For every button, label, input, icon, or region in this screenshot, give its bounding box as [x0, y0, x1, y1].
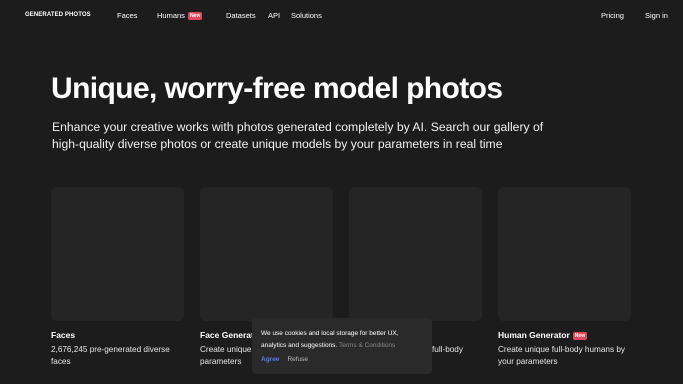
new-badge: New [572, 332, 588, 340]
new-badge: New [187, 12, 203, 20]
top-nav: GENERATED PHOTOS Faces Humans New Dataset… [0, 0, 683, 32]
card-human-generator-desc: Create unique full-body humans by your p… [498, 344, 638, 368]
card-faces-image[interactable] [51, 187, 184, 321]
card-third-image[interactable] [349, 187, 482, 321]
nav-api[interactable]: API [268, 11, 280, 20]
page-title: Unique, worry-free model photos [51, 72, 503, 105]
card-faces-desc-line2: faces [51, 357, 71, 366]
logo[interactable]: GENERATED PHOTOS [25, 12, 91, 18]
cookie-text-line2-text: analytics and suggestions. [261, 342, 338, 349]
card-human-generator-title-text: Human Generator [498, 330, 570, 340]
card-human-generator-desc-line2: your parameters [498, 357, 558, 366]
nav-solutions[interactable]: Solutions [291, 11, 322, 20]
card-face-generator-image[interactable] [200, 187, 333, 321]
nav-pricing[interactable]: Pricing [601, 11, 624, 20]
refuse-button[interactable]: Refuse [287, 356, 308, 363]
card-third-desc: full-body [432, 344, 482, 356]
hero-subtitle-line2: high-quality diverse photos or create un… [52, 137, 503, 151]
nav-humans[interactable]: Humans New [157, 11, 203, 20]
cookie-actions: Agree Refuse [261, 355, 423, 365]
agree-button[interactable]: Agree [261, 356, 279, 363]
cookie-banner: We use cookies and local storage for bet… [252, 318, 432, 374]
card-faces-title[interactable]: Faces [51, 330, 75, 340]
cookie-text-line1: We use cookies and local storage for bet… [261, 330, 399, 337]
cookie-text-line2: analytics and suggestions. Terms & Condi… [261, 340, 423, 352]
nav-faces[interactable]: Faces [117, 11, 137, 20]
hero-subtitle-line1: Enhance your creative works with photos … [52, 120, 544, 134]
card-faces-desc-line1: 2,676,245 pre-generated diverse [51, 345, 170, 354]
nav-signin[interactable]: Sign in [645, 11, 668, 20]
nav-datasets[interactable]: Datasets [226, 11, 256, 20]
card-human-generator-desc-line1: Create unique full-body humans by [498, 345, 625, 354]
terms-link[interactable]: Terms & Conditions [339, 342, 395, 349]
nav-humans-label: Humans [157, 11, 185, 20]
card-human-generator-image[interactable] [498, 187, 631, 321]
cookie-text: We use cookies and local storage for bet… [261, 328, 423, 352]
card-third-desc-line1: full-body [432, 345, 463, 354]
hero-subtitle: Enhance your creative works with photos … [52, 119, 592, 153]
card-face-generator-title[interactable]: Face Generat [200, 330, 254, 340]
card-human-generator-title[interactable]: Human Generator New [498, 330, 588, 340]
card-faces-desc: 2,676,245 pre-generated diverse faces [51, 344, 191, 368]
